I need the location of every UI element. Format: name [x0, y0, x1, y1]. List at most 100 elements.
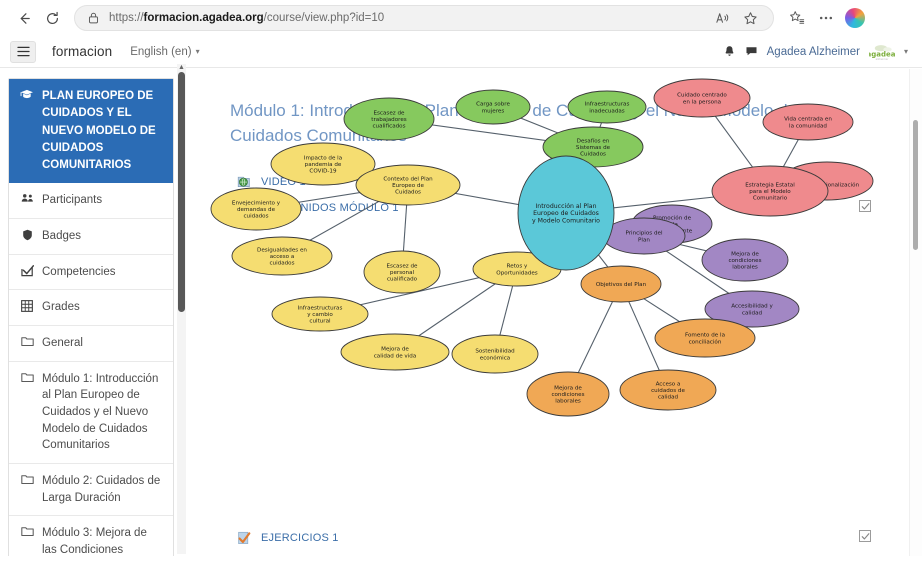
url-globe-icon — [236, 174, 252, 190]
checkbox-icon — [20, 264, 34, 277]
sidebar-item-competencies[interactable]: Competencies — [9, 255, 173, 291]
pdf-file-icon: PDF — [236, 200, 252, 216]
svg-text:Contexto del PlanEuropeo deCui: Contexto del Plan Europeo de Cuidados — [383, 176, 433, 195]
course-index-sidebar: PLAN EUROPEO DE CUIDADOS Y EL NUEVO MODE… — [8, 78, 174, 556]
sidebar-list: PLAN EUROPEO DE CUIDADOS Y EL NUEVO MODE… — [8, 78, 174, 556]
window-bottom-edge — [0, 556, 922, 562]
mindmap-center-node: Introducción al Plan Europeo de Cuidados y… — [517, 155, 615, 271]
user-menu-chevron-icon[interactable]: ▾ — [904, 47, 908, 56]
mindmap-branch-node: Contexto del Plan Europeo de Cuidados — [355, 164, 461, 206]
activity-video-1[interactable]: VIDEO 1 — [236, 174, 306, 190]
mindmap-branch-node: Estrategia Estatal para el Modelo Comunita… — [711, 165, 829, 217]
folder-icon — [20, 336, 34, 347]
mindmap-node: Promoción de vida independiente — [631, 204, 713, 244]
sidebar-item-participants[interactable]: Participants — [9, 183, 173, 219]
back-button[interactable] — [10, 4, 38, 32]
users-icon — [20, 193, 34, 204]
site-name[interactable]: formacion — [52, 44, 112, 59]
mindmap-node: Accesibilidad y calidad — [704, 290, 800, 328]
language-menu[interactable]: English (en) ▾ — [130, 46, 199, 58]
address-bar[interactable]: https://formacion.agadea.org/course/view… — [74, 5, 774, 31]
messages-chat-icon[interactable] — [745, 45, 758, 58]
shield-icon — [20, 229, 34, 241]
avatar[interactable]: agadea alzheimer — [869, 43, 895, 61]
lock-icon — [85, 10, 101, 26]
notifications-bell-icon[interactable] — [723, 45, 736, 58]
assignment-checkmark-icon — [236, 530, 252, 546]
activity-label: VIDEO 1 — [261, 176, 306, 188]
mindmap-branch-node: Principios del Plan — [602, 217, 686, 255]
svg-text:Estrategia Estatalpara el Mode: Estrategia Estatal para el Modelo Comunita… — [745, 182, 795, 201]
sidebar-scrollbar-thumb[interactable] — [178, 72, 185, 312]
svg-text:Principios delPlan: Principios del Plan — [625, 231, 663, 244]
svg-text:Accesibilidad ycalidad: Accesibilidad y calidad — [731, 304, 773, 317]
page-title: Módulo 1: Introducción al Plan Europeo d… — [230, 101, 798, 145]
activity-label: CONTENIDOS MÓDULO 1 — [261, 202, 399, 214]
svg-text:Desinstitucionalización: Desinstitucionalización — [795, 181, 860, 188]
svg-text:Objetivos del Plan: Objetivos del Plan — [596, 282, 647, 288]
completion-checkbox-contenidos-modulo-1[interactable] — [859, 200, 871, 212]
sidebar-toggle-button[interactable] — [10, 40, 36, 63]
read-aloud-icon[interactable] — [709, 5, 735, 31]
svg-text:Mejora decondicioneslaborales: Mejora de condiciones laborales — [551, 385, 584, 404]
grid-icon — [20, 300, 34, 313]
mindmap-node: Sostenibilidad económica — [451, 334, 539, 374]
settings-more-icon[interactable] — [813, 5, 839, 31]
copilot-icon[interactable] — [842, 5, 868, 31]
sidebar-item-modulo-1[interactable]: Módulo 1: Introducción al Plan Europeo d… — [9, 362, 173, 464]
browser-toolbar: https://formacion.agadea.org/course/view… — [0, 0, 922, 36]
graduation-cap-icon — [20, 89, 34, 100]
sidebar-item-label: General — [42, 336, 83, 349]
favorite-star-icon[interactable] — [737, 5, 763, 31]
collections-icon[interactable] — [784, 5, 810, 31]
svg-text:Infraestructurasy cambiocultur: Infraestructuras y cambio cultural — [298, 305, 343, 324]
sidebar-item-label: Módulo 3: Mejora de las Condiciones Labo… — [42, 527, 147, 556]
mindmap-node: Infraestructuras y cambio cultural — [271, 296, 369, 332]
sidebar-item-grades[interactable]: Grades — [9, 290, 173, 326]
chevron-down-icon: ▾ — [195, 47, 200, 56]
svg-text:Introducción al PlanEuropeo de: Introducción al Plan Europeo de Cuidados y… — [532, 202, 600, 225]
sidebar-item-label: Participants — [42, 194, 103, 207]
reload-button[interactable] — [38, 4, 66, 32]
sidebar-item-label: Grades — [42, 301, 80, 314]
moodle-navbar: formacion English (en) ▾ Agadea Alzheime… — [0, 36, 922, 68]
activity-ejercicios-1[interactable]: EJERCICIOS 1 — [236, 530, 339, 546]
svg-text:alzheimer: alzheimer — [876, 57, 890, 61]
sidebar-item-general[interactable]: General — [9, 326, 173, 362]
completion-checkbox-video-1[interactable] — [859, 174, 871, 186]
page-scrollbar-thumb[interactable] — [913, 120, 918, 250]
activity-label: EJERCICIOS 1 — [261, 532, 339, 544]
course-content: Módulo 1: Introducción al Plan Europeo d… — [196, 69, 906, 562]
sidebar-item-badges[interactable]: Badges — [9, 219, 173, 255]
language-label: English (en) — [130, 45, 192, 58]
sidebar-item-modulo-2[interactable]: Módulo 2: Cuidados de Larga Duración — [9, 464, 173, 517]
svg-text:PDF: PDF — [240, 209, 249, 213]
svg-text:Mejora decalidad de vida: Mejora de calidad de vida — [374, 347, 417, 360]
sidebar-item-label: Módulo 1: Introducción al Plan Europeo d… — [42, 372, 159, 452]
mindmap-node: Mejora de calidad de vida — [340, 333, 450, 371]
svg-text:Escasez depersonalcualificado: Escasez de personal cualificado — [386, 263, 418, 282]
svg-text:Fomento de laconciliación: Fomento de la conciliación — [685, 333, 725, 346]
svg-text:Sostenibilidadeconómica: Sostenibilidad económica — [475, 349, 515, 362]
svg-text:Promoción devidaindependiente: Promoción de vida independiente — [652, 214, 693, 234]
mindmap-node: Desigualdades en acceso a cuidados — [231, 236, 333, 276]
sidebar-item-label: Competencies — [42, 265, 116, 278]
mindmap-node: Mejora de condiciones laborales — [526, 371, 610, 417]
mindmap-node: Mejora de condiciones laborales — [701, 238, 789, 282]
sidebar-item-modulo-3[interactable]: Módulo 3: Mejora de las Condiciones Labo… — [9, 516, 173, 556]
sidebar-item-label: Módulo 2: Cuidados de Larga Duración — [42, 474, 161, 504]
mindmap-branch-node: Retos y Oportunidades — [472, 251, 562, 287]
sidebar-item-course-title[interactable]: PLAN EUROPEO DE CUIDADOS Y EL NUEVO MODE… — [9, 79, 173, 184]
mindmap-node: Acceso a cuidados de calidad — [619, 369, 717, 411]
completion-checkbox-ejercicios-1[interactable] — [859, 530, 871, 542]
url-text: https://formacion.agadea.org/course/view… — [109, 12, 385, 24]
svg-text:Mejora decondicioneslaborales: Mejora de condiciones laborales — [728, 251, 761, 270]
mindmap-branch-node: Objetivos del Plan — [580, 265, 662, 303]
user-name[interactable]: Agadea Alzheimer — [767, 46, 860, 58]
sidebar-scroll-up-arrow[interactable]: ▲ — [178, 64, 185, 71]
activity-contenidos-modulo-1[interactable]: PDF CONTENIDOS MÓDULO 1 — [236, 200, 399, 216]
sidebar-item-label: PLAN EUROPEO DE CUIDADOS Y EL NUEVO MODE… — [42, 90, 156, 171]
svg-text:Impacto de lapandemia deCOVID-: Impacto de la pandemia de COVID-19 — [304, 155, 342, 174]
sidebar-item-label: Badges — [42, 229, 82, 242]
mindmap-node: Fomento de la conciliación — [654, 318, 756, 358]
